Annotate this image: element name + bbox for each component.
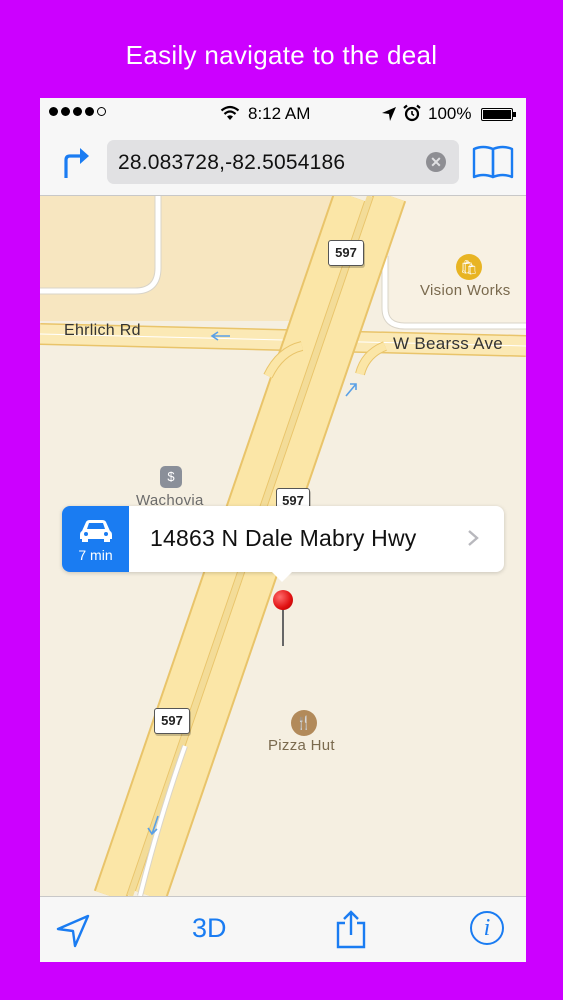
shopping-bag-icon[interactable]: 🛍 — [456, 254, 482, 280]
share-button[interactable] — [335, 909, 367, 949]
headline: Easily navigate to the deal — [125, 40, 438, 70]
3d-button[interactable]: 3D — [192, 913, 227, 944]
alarm-clock-icon — [403, 104, 421, 122]
road-label-ehrlich: Ehrlich Rd — [64, 322, 141, 339]
poi-pizza-hut[interactable]: Pizza Hut — [268, 737, 335, 754]
chevron-right-icon[interactable] — [466, 528, 480, 548]
callout-address: 14863 N Dale Mabry Hwy — [150, 525, 417, 551]
signal-dots-icon — [49, 107, 106, 116]
map-view[interactable]: 597 597 597 Ehrlich Rd W Bearss Ave 🛍 Vi… — [40, 196, 526, 896]
directions-button[interactable] — [60, 144, 94, 180]
pin-needle — [282, 608, 284, 646]
info-button[interactable]: i — [470, 911, 504, 945]
current-location-button[interactable] — [56, 914, 90, 948]
search-field-value: 28.083728,-82.5054186 — [118, 151, 346, 174]
location-arrow-icon — [382, 107, 396, 121]
route-597-shield: 597 — [328, 240, 364, 266]
bank-icon[interactable]: $ — [160, 466, 182, 488]
bottom-toolbar: 3D i — [40, 896, 526, 962]
road-label-bearss: W Bearss Ave — [393, 334, 504, 353]
callout-tail — [270, 570, 294, 582]
bookmarks-button[interactable] — [472, 144, 514, 180]
clear-x-icon[interactable]: ✕ — [426, 152, 446, 172]
status-bar: 8:12 AM 100% — [40, 98, 526, 130]
car-icon — [80, 520, 112, 542]
drive-eta-button[interactable]: 7 min — [62, 506, 129, 572]
location-callout[interactable]: 7 min 14863 N Dale Mabry Hwy — [62, 506, 504, 582]
search-field[interactable]: 28.083728,-82.5054186 ✕ — [107, 140, 459, 184]
route-597-shield: 597 — [154, 708, 190, 734]
eta-text: 7 min — [78, 547, 113, 563]
battery-percent: 100% — [428, 104, 472, 123]
battery-icon — [481, 108, 513, 121]
status-time: 8:12 AM — [248, 104, 311, 123]
map-pin-icon[interactable] — [273, 590, 293, 610]
phone-screen: 8:12 AM 100% 28.083728,-82.5054186 ✕ 597… — [40, 98, 526, 962]
nav-bar: 28.083728,-82.5054186 ✕ — [40, 130, 526, 196]
wifi-icon — [220, 105, 240, 120]
fork-knife-icon[interactable]: 🍴 — [291, 710, 317, 736]
poi-vision-works[interactable]: Vision Works — [420, 282, 511, 299]
